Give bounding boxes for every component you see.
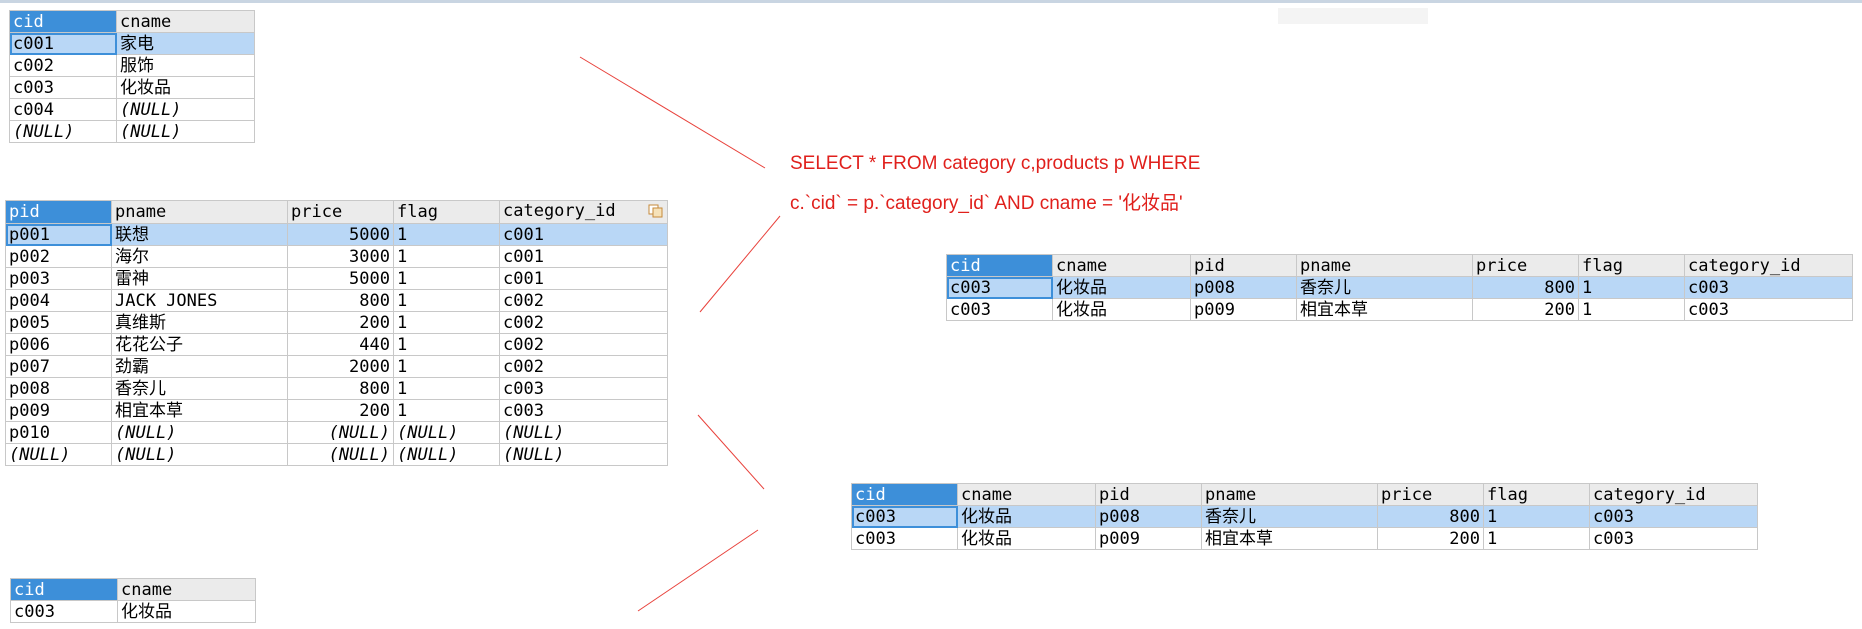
annotation-line (637, 529, 759, 612)
annotation-line (579, 56, 766, 169)
annotation-lines (579, 56, 781, 612)
annotation-line (697, 414, 765, 490)
annotation-line (699, 215, 781, 313)
